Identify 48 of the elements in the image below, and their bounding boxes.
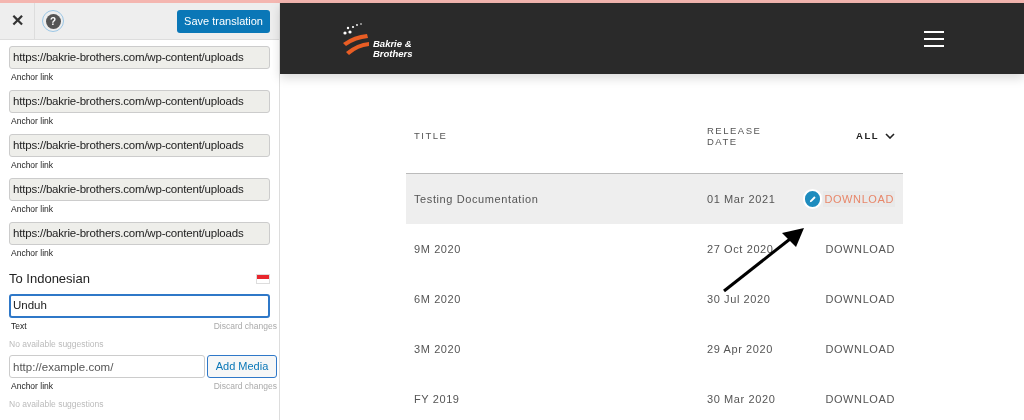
field-label: Anchor link bbox=[10, 115, 55, 128]
chevron-down-icon bbox=[885, 133, 895, 139]
source-url-field: https://bakrie-brothers.com/wp-content/uploads bbox=[9, 178, 270, 201]
table-row[interactable]: FY 2019 30 Mar 2020 DOWNLOAD bbox=[406, 374, 903, 420]
table-cell-text: 30 Jul 2020 bbox=[707, 291, 772, 307]
field-label: Anchor link bbox=[10, 203, 55, 216]
indonesia-flag-icon bbox=[256, 274, 270, 284]
table-row[interactable]: 3M 2020 29 Apr 2020 DOWNLOAD bbox=[406, 324, 903, 374]
field-label: Anchor link bbox=[10, 380, 54, 393]
table-cell-text: 9M 2020 bbox=[414, 241, 462, 257]
table-row[interactable]: Testing Documentation 01 Mar 2021 DOWNLOAD bbox=[406, 174, 903, 224]
column-header: TITLE bbox=[414, 128, 449, 143]
field-label: Anchor link bbox=[10, 71, 55, 84]
field-label: Text bbox=[10, 320, 27, 333]
suggestions-note: No available suggestions bbox=[9, 338, 105, 351]
add-media-button[interactable]: Add Media bbox=[207, 355, 277, 378]
column-header: RELEASE DATE bbox=[707, 125, 763, 147]
pencil-icon[interactable] bbox=[803, 189, 823, 209]
field-label: Anchor link bbox=[10, 159, 55, 172]
table-cell-text: FY 2019 bbox=[414, 391, 461, 407]
source-url-field: https://bakrie-brothers.com/wp-content/uploads bbox=[9, 46, 270, 69]
source-url-field: https://bakrie-brothers.com/wp-content/uploads bbox=[9, 222, 270, 245]
download-link[interactable]: DOWNLOAD bbox=[825, 290, 895, 308]
field-label: Anchor link bbox=[10, 247, 55, 260]
suggestions-note: No available suggestions bbox=[9, 398, 105, 411]
logo-text[interactable]: Bakrie & Brothers bbox=[373, 38, 413, 59]
download-link[interactable]: DOWNLOAD bbox=[825, 240, 895, 258]
table-cell-text: 27 Oct 2020 bbox=[707, 241, 775, 257]
save-button[interactable]: Save translation bbox=[177, 9, 270, 33]
table-cell-text: 6M 2020 bbox=[414, 291, 462, 307]
table-cell-text: Testing Documentation bbox=[414, 191, 540, 207]
download-link[interactable]: DOWNLOAD bbox=[825, 340, 895, 358]
table-row[interactable]: 6M 2020 30 Jul 2020 DOWNLOAD bbox=[406, 274, 903, 324]
source-url-field: https://bakrie-brothers.com/wp-content/uploads bbox=[9, 134, 270, 157]
section-heading: To Indonesian bbox=[9, 270, 90, 289]
source-url-field: https://bakrie-brothers.com/wp-content/uploads bbox=[9, 90, 270, 113]
close-icon[interactable]: ✕ bbox=[0, 9, 34, 33]
filter-dropdown[interactable]: ALL bbox=[825, 128, 895, 144]
translation-field[interactable]: Unduh bbox=[9, 294, 270, 318]
download-link[interactable]: DOWNLOAD bbox=[825, 390, 895, 408]
table-cell-text: 29 Apr 2020 bbox=[707, 341, 774, 357]
table-cell-text: 30 Mar 2020 bbox=[707, 391, 777, 407]
url-field[interactable]: http://example.com/ bbox=[9, 355, 205, 378]
logo-icon bbox=[342, 20, 372, 57]
table-cell-text: 01 Mar 2021 bbox=[707, 191, 777, 207]
table-cell-text: 3M 2020 bbox=[414, 341, 462, 357]
table-row[interactable]: 9M 2020 27 Oct 2020 DOWNLOAD bbox=[406, 224, 903, 274]
menu-icon[interactable] bbox=[924, 30, 944, 47]
